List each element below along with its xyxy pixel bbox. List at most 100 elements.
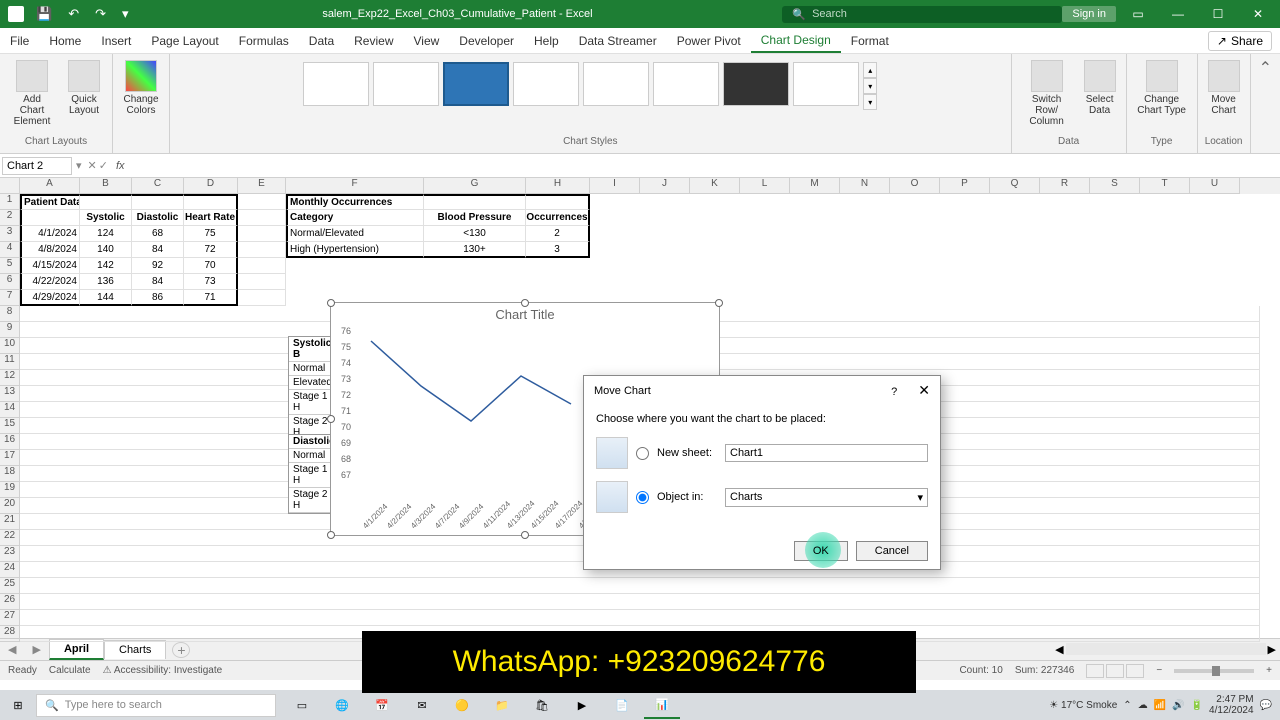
word-icon[interactable]: 📄 bbox=[604, 691, 640, 719]
row-header[interactable]: 22 bbox=[0, 530, 20, 546]
cell[interactable]: Systolic bbox=[80, 210, 132, 226]
cell[interactable]: Patient Data bbox=[20, 194, 80, 210]
switch-row-column-button[interactable]: Switch Row/ Column bbox=[1018, 58, 1076, 129]
col-header[interactable]: U bbox=[1190, 178, 1240, 194]
tray-cloud-icon[interactable]: ☁ bbox=[1138, 700, 1148, 711]
zoom-out-icon[interactable]: − bbox=[1156, 665, 1162, 676]
cell[interactable]: 75 bbox=[184, 226, 238, 242]
add-sheet-button[interactable]: + bbox=[172, 642, 190, 658]
name-box[interactable]: Chart 2 bbox=[2, 157, 72, 175]
row-header[interactable]: 4 bbox=[0, 242, 20, 258]
start-button[interactable]: ⊞ bbox=[0, 690, 36, 720]
col-header-a[interactable]: A bbox=[20, 178, 80, 194]
row-header[interactable]: 12 bbox=[0, 370, 20, 386]
row-header[interactable]: 14 bbox=[0, 402, 20, 418]
close-icon[interactable]: ✕ bbox=[1240, 2, 1276, 26]
chart-handle[interactable] bbox=[327, 531, 335, 539]
quick-layout-button[interactable]: Quick Layout bbox=[62, 58, 106, 129]
chart-handle[interactable] bbox=[521, 531, 529, 539]
calendar-icon[interactable]: 📅 bbox=[364, 691, 400, 719]
tray-battery-icon[interactable]: 🔋 bbox=[1191, 700, 1203, 711]
cell[interactable]: Monthly Occurrences bbox=[286, 194, 424, 210]
row-header[interactable]: 16 bbox=[0, 434, 20, 450]
chart-handle[interactable] bbox=[715, 299, 723, 307]
object-in-select[interactable]: Charts ▾ bbox=[725, 488, 928, 507]
cell[interactable]: 73 bbox=[184, 274, 238, 290]
col-header[interactable]: Q bbox=[990, 178, 1040, 194]
select-data-button[interactable]: Select Data bbox=[1080, 58, 1120, 129]
search-box[interactable]: 🔍 Search bbox=[782, 6, 1062, 23]
chart-style-4[interactable] bbox=[513, 62, 579, 106]
cell[interactable]: 4/15/2024 bbox=[20, 258, 80, 274]
tab-home[interactable]: Home bbox=[39, 30, 91, 52]
save-icon[interactable]: 💾 bbox=[32, 6, 56, 22]
cell[interactable]: 130+ bbox=[424, 242, 526, 258]
chart-handle[interactable] bbox=[327, 299, 335, 307]
cell[interactable] bbox=[20, 210, 80, 226]
cell[interactable] bbox=[238, 194, 286, 210]
tab-view[interactable]: View bbox=[404, 30, 450, 52]
styles-more-icon[interactable]: ▾ bbox=[863, 94, 877, 110]
cell[interactable] bbox=[424, 194, 526, 210]
col-header-f[interactable]: F bbox=[286, 178, 424, 194]
cell[interactable]: High (Hypertension) bbox=[286, 242, 424, 258]
collapse-ribbon-icon[interactable]: ⌃ bbox=[1251, 54, 1280, 153]
change-chart-type-button[interactable]: Change Chart Type bbox=[1133, 58, 1191, 118]
zoom-in-icon[interactable]: + bbox=[1266, 665, 1272, 676]
cancel-button[interactable]: Cancel bbox=[856, 541, 928, 561]
col-header-c[interactable]: C bbox=[132, 178, 184, 194]
tab-format[interactable]: Format bbox=[841, 30, 899, 52]
row-header[interactable]: 10 bbox=[0, 338, 20, 354]
chart-style-6[interactable] bbox=[653, 62, 719, 106]
col-header[interactable]: T bbox=[1140, 178, 1190, 194]
row-header[interactable]: 2 bbox=[0, 210, 20, 226]
cell[interactable]: 124 bbox=[80, 226, 132, 242]
sheet-tab-charts[interactable]: Charts bbox=[104, 640, 166, 659]
chrome-icon[interactable]: 🟡 bbox=[444, 691, 480, 719]
cell[interactable] bbox=[80, 194, 132, 210]
cell[interactable]: 84 bbox=[132, 242, 184, 258]
col-header[interactable]: O bbox=[890, 178, 940, 194]
cell[interactable]: 142 bbox=[80, 258, 132, 274]
tab-power-pivot[interactable]: Power Pivot bbox=[667, 30, 751, 52]
cell[interactable]: 71 bbox=[184, 290, 238, 306]
cell[interactable]: 136 bbox=[80, 274, 132, 290]
store-icon[interactable]: 🛍 bbox=[524, 691, 560, 719]
row-header[interactable]: 17 bbox=[0, 450, 20, 466]
tab-insert[interactable]: Insert bbox=[91, 30, 141, 52]
row-header[interactable]: 21 bbox=[0, 514, 20, 530]
cell[interactable]: 68 bbox=[132, 226, 184, 242]
row-header[interactable]: 18 bbox=[0, 466, 20, 482]
chart-style-3[interactable] bbox=[443, 62, 509, 106]
view-page-layout-icon[interactable] bbox=[1106, 664, 1124, 678]
cell[interactable]: 144 bbox=[80, 290, 132, 306]
tab-data-streamer[interactable]: Data Streamer bbox=[569, 30, 667, 52]
move-chart-button[interactable]: Move Chart bbox=[1204, 58, 1244, 118]
row-header[interactable]: 11 bbox=[0, 354, 20, 370]
chart-style-2[interactable] bbox=[373, 62, 439, 106]
row-header[interactable]: 1 bbox=[0, 194, 20, 210]
ribbon-mode-icon[interactable]: ▭ bbox=[1120, 2, 1156, 26]
explorer-icon[interactable]: 📁 bbox=[484, 691, 520, 719]
cell[interactable]: 70 bbox=[184, 258, 238, 274]
cancel-formula-icon[interactable]: ✕ bbox=[88, 159, 97, 172]
tab-developer[interactable]: Developer bbox=[449, 30, 524, 52]
row-header[interactable]: 15 bbox=[0, 418, 20, 434]
app-icon[interactable]: ▶ bbox=[564, 691, 600, 719]
row-header[interactable]: 24 bbox=[0, 562, 20, 578]
chart-style-8[interactable] bbox=[793, 62, 859, 106]
cell[interactable]: 2 bbox=[526, 226, 590, 242]
tab-page-layout[interactable]: Page Layout bbox=[141, 30, 228, 52]
formula-input[interactable] bbox=[129, 156, 1280, 175]
cell[interactable] bbox=[238, 258, 286, 274]
cell[interactable] bbox=[238, 274, 286, 290]
notifications-icon[interactable]: 💬 bbox=[1260, 700, 1272, 711]
col-header-e[interactable]: E bbox=[238, 178, 286, 194]
cell[interactable]: Normal/Elevated bbox=[286, 226, 424, 242]
dialog-help-icon[interactable]: ? bbox=[891, 386, 897, 398]
change-colors-button[interactable]: Change Colors bbox=[119, 58, 163, 118]
row-header[interactable]: 20 bbox=[0, 498, 20, 514]
sheet-nav-prev-icon[interactable]: ◀ bbox=[0, 643, 24, 656]
row-header[interactable]: 26 bbox=[0, 594, 20, 610]
cell[interactable]: 4/1/2024 bbox=[20, 226, 80, 242]
